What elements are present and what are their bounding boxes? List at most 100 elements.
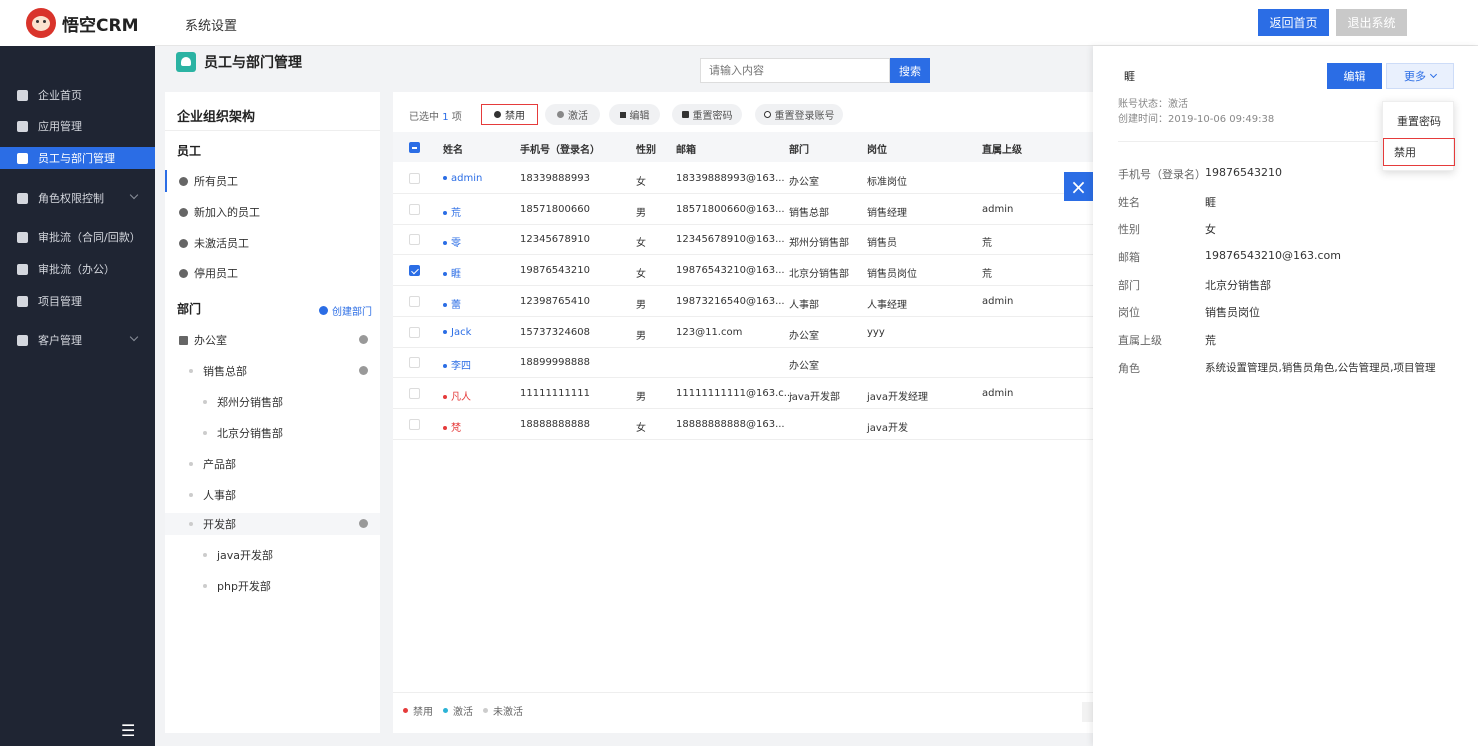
detail-edit-button[interactable]: 编辑	[1327, 63, 1382, 89]
cell-name[interactable]: 荒	[443, 204, 461, 219]
dept-item[interactable]: 开发部	[165, 513, 380, 535]
cell-gender: 女	[636, 177, 646, 188]
cell-name[interactable]: admin	[443, 173, 482, 184]
cell-name[interactable]: 梵	[443, 419, 461, 434]
staff-item-inactive[interactable]: 未激活员工	[165, 232, 380, 254]
sidebar-item-roles[interactable]: 角色权限控制	[0, 187, 155, 209]
sidebar-item-customers[interactable]: 客户管理	[0, 329, 155, 351]
cell-dept: 办公室	[789, 361, 819, 373]
cell-post: java开发	[867, 422, 908, 434]
column-header[interactable]: 邮箱	[676, 141, 696, 156]
cell-post: 销售员岗位	[867, 269, 917, 281]
reset-account-button[interactable]: 重置登录账号	[755, 104, 843, 125]
table-row[interactable]: admin 18339888993 女 18339888993@163... 办公室 标准…	[393, 163, 1093, 194]
row-checkbox[interactable]	[409, 357, 420, 369]
staff-item-new[interactable]: 新加入的员工	[165, 201, 380, 223]
pager-prev-icon[interactable]	[1082, 702, 1093, 722]
cell-phone: 18888888888	[520, 418, 590, 430]
table-row[interactable]: 零 12345678910 女 12345678910@163... 郑州分销售部 销售员…	[393, 224, 1093, 256]
dept-item[interactable]: 办公室	[165, 329, 380, 351]
dept-item[interactable]: php开发部	[165, 575, 380, 597]
staff-item-all[interactable]: 所有员工	[165, 170, 380, 192]
column-header[interactable]: 岗位	[867, 141, 887, 156]
cell-dept: java开发部	[789, 391, 840, 403]
sidebar-item-home[interactable]: 企业首页	[0, 84, 155, 106]
row-checkbox[interactable]	[409, 203, 420, 215]
more-dropdown-menu: 重置密码 禁用	[1382, 101, 1455, 171]
dropdown-disable[interactable]: 禁用	[1383, 138, 1455, 166]
gear-icon[interactable]	[359, 366, 368, 375]
dept-item[interactable]: 北京分销售部	[165, 422, 380, 444]
cell-name[interactable]: 李四	[443, 357, 471, 372]
dept-item[interactable]: java开发部	[165, 544, 380, 566]
column-header[interactable]: 姓名	[443, 141, 463, 156]
cell-name[interactable]: 睚	[443, 265, 461, 280]
exit-system-button[interactable]: 退出系统	[1336, 9, 1407, 36]
reset-password-button[interactable]: 重置密码	[672, 104, 742, 125]
sidebar-item-staff[interactable]: 员工与部门管理	[0, 147, 155, 169]
gear-icon[interactable]	[359, 335, 368, 344]
return-home-button[interactable]: 返回首页	[1258, 9, 1329, 36]
sidebar-item-label: 角色权限控制	[38, 192, 104, 205]
plus-circle-icon	[319, 306, 328, 315]
dept-item[interactable]: 人事部	[165, 484, 380, 506]
user-icon	[179, 238, 188, 248]
column-header[interactable]: 直属上级	[982, 141, 1022, 156]
grid-icon	[17, 120, 28, 132]
table-row[interactable]: 荒 18571800660 男 18571800660@163... 销售总部 销售经理 a…	[393, 194, 1093, 225]
cell-name[interactable]: 蕾	[443, 296, 461, 311]
monkey-logo-icon	[26, 8, 56, 38]
row-checkbox[interactable]	[409, 173, 420, 184]
cell-name[interactable]: 零	[443, 234, 461, 249]
row-checkbox[interactable]	[409, 265, 420, 277]
detail-field: 岗位 销售员岗位	[1118, 306, 1260, 319]
table-row[interactable]: 蕾 12398765410 男 19873216540@163... 人事部 人事经理 ad…	[393, 286, 1093, 317]
detail-more-button[interactable]: 更多	[1386, 63, 1454, 89]
disable-button[interactable]: 禁用	[481, 104, 538, 125]
search-input[interactable]	[700, 58, 890, 83]
create-dept-button[interactable]: 创建部门	[319, 303, 372, 318]
pencil-icon	[619, 111, 626, 118]
sidebar-item-label: 项目管理	[38, 295, 82, 308]
cell-gender: 男	[636, 207, 646, 219]
top-bar: 悟空CRM 系统设置 返回首页 退出系统	[0, 0, 1478, 46]
edit-button[interactable]: 编辑	[609, 104, 660, 125]
cell-name[interactable]: 凡人	[443, 388, 471, 403]
select-all-checkbox[interactable]	[409, 142, 420, 153]
role-icon	[17, 192, 28, 204]
logo[interactable]: 悟空CRM	[0, 0, 155, 46]
table-row[interactable]: 李四 18899998888 办公室	[393, 347, 1093, 379]
row-checkbox[interactable]	[409, 326, 420, 338]
sidebar-item-label: 企业首页	[38, 89, 82, 102]
row-checkbox[interactable]	[409, 234, 420, 246]
row-checkbox[interactable]	[409, 295, 420, 307]
dept-item[interactable]: 销售总部	[165, 360, 380, 382]
search-button[interactable]: 搜索	[890, 58, 930, 83]
dept-item[interactable]: 郑州分销售部	[165, 391, 380, 413]
gear-icon[interactable]	[359, 519, 368, 528]
table-row[interactable]: Jack 15737324608 男 123@11.com 办公室 yyy	[393, 317, 1093, 348]
sidebar-item-approval-contract[interactable]: 审批流（合同/回款）	[0, 226, 155, 248]
staff-item-disabled[interactable]: 停用员工	[165, 262, 380, 284]
cell-phone: 18339888993	[520, 173, 590, 184]
table-row[interactable]: 凡人 11111111111 男 11111111111@163.c... java开发…	[393, 378, 1093, 409]
dept-item[interactable]: 产品部	[165, 453, 380, 475]
row-checkbox[interactable]	[409, 387, 420, 399]
cell-name[interactable]: Jack	[443, 327, 471, 338]
row-checkbox[interactable]	[409, 418, 420, 430]
dropdown-reset-password[interactable]: 重置密码	[1383, 107, 1455, 135]
sidebar-item-approval-office[interactable]: 审批流（办公）	[0, 258, 155, 280]
detail-field: 直属上级荒	[1118, 334, 1216, 347]
user-icon	[179, 176, 188, 186]
sidebar-item-projects[interactable]: 项目管理	[0, 290, 155, 312]
column-header[interactable]: 性别	[636, 141, 656, 156]
status-legend: 禁用 激活 未激活	[403, 703, 533, 718]
activate-button[interactable]: 激活	[545, 104, 600, 125]
close-detail-button[interactable]: ×	[1064, 172, 1093, 201]
collapse-icon[interactable]: ☰	[121, 721, 135, 740]
column-header[interactable]: 手机号（登录名）	[520, 141, 600, 156]
column-header[interactable]: 部门	[789, 141, 809, 156]
table-row[interactable]: 睚 19876543210 女 19876543210@163... 北京分销售部 销售员…	[393, 255, 1093, 287]
table-row[interactable]: 梵 18888888888 女 18888888888@163... java开发	[393, 409, 1093, 440]
sidebar-item-apps[interactable]: 应用管理	[0, 115, 155, 137]
